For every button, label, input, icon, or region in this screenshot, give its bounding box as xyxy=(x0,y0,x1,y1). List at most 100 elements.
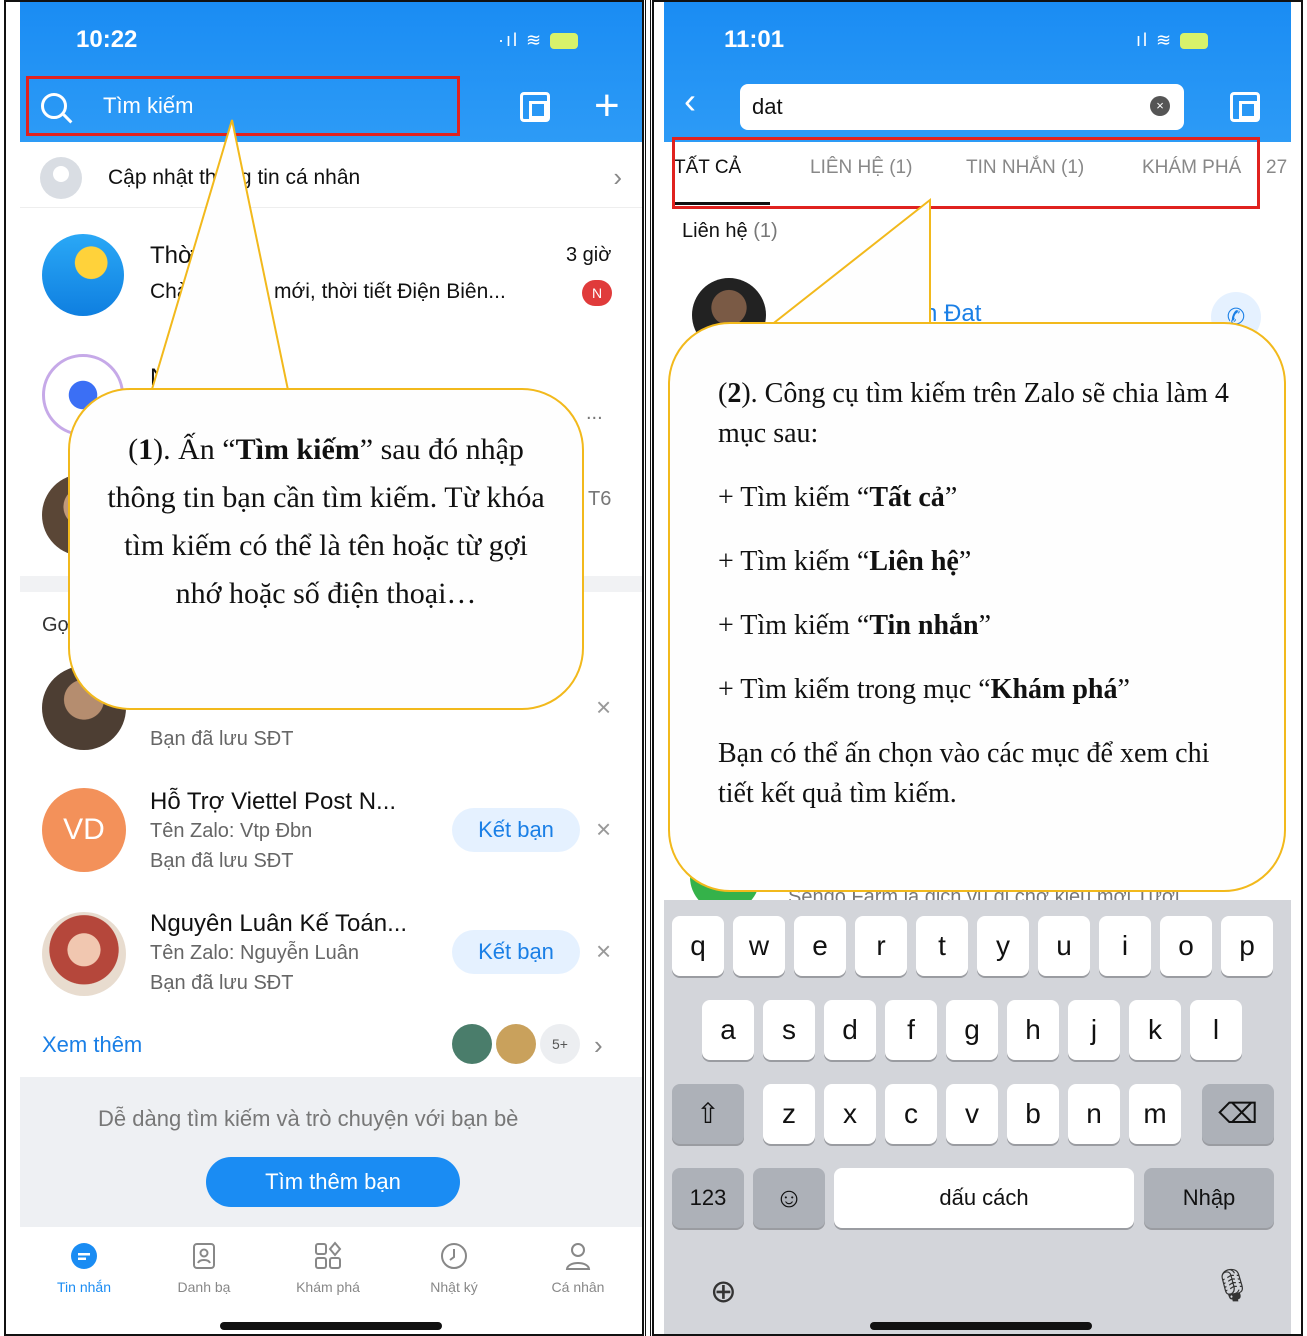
status-icons: ·ıl ≋ xyxy=(498,30,579,51)
tab-overflow[interactable]: 27 xyxy=(1266,157,1287,179)
callout-intro: (2). Công cụ tìm kiếm trên Zalo sẽ chia … xyxy=(718,374,1244,454)
space-key[interactable]: dấu cách xyxy=(834,1168,1134,1228)
key[interactable]: a xyxy=(702,1000,754,1060)
suggestion-avatar[interactable] xyxy=(42,912,126,996)
callout-bold: Tin nhắn xyxy=(869,610,979,641)
callout-search-instruction: (1). Ấn “Tìm kiếm” sau đó nhập thông tin… xyxy=(68,388,584,710)
tab-profile[interactable]: Cá nhân xyxy=(528,1241,628,1297)
emoji-key[interactable]: ☺ xyxy=(753,1168,825,1228)
key[interactable]: v xyxy=(946,1084,998,1144)
key[interactable]: d xyxy=(824,1000,876,1060)
tab-label: Tin nhắn xyxy=(57,1279,111,1295)
key[interactable]: u xyxy=(1038,916,1090,976)
key[interactable]: j xyxy=(1068,1000,1120,1060)
backspace-key[interactable]: ⌫ xyxy=(1202,1084,1274,1144)
callout-item: + Tìm kiếm trong mục “Khám phá” xyxy=(718,670,1244,710)
grid-icon xyxy=(315,1241,342,1269)
chevron-right-icon: › xyxy=(613,162,622,192)
add-friend-button[interactable]: Kết bạn xyxy=(452,930,580,974)
key[interactable]: r xyxy=(855,916,907,976)
numbers-key[interactable]: 123 xyxy=(672,1168,744,1228)
callout-text: ( xyxy=(128,433,139,466)
callout-text: ( xyxy=(718,378,728,409)
qr-scan-icon[interactable] xyxy=(520,92,550,122)
tab-label: Cá nhân xyxy=(551,1279,605,1295)
key[interactable]: n xyxy=(1068,1084,1120,1144)
key[interactable]: x xyxy=(824,1084,876,1144)
tab-discover[interactable]: Khám phá xyxy=(278,1241,378,1297)
find-friends-hint: Dễ dàng tìm kiếm và trò chuyện với bạn b… xyxy=(98,1106,519,1131)
clock-icon xyxy=(441,1243,467,1269)
chat-title: Thờ xyxy=(150,242,194,269)
suggestion-saved: Bạn đã lưu SĐT xyxy=(150,972,294,994)
qr-scan-icon[interactable] xyxy=(1230,92,1260,122)
suggestions-label: Gợ xyxy=(42,614,71,636)
key[interactable]: i xyxy=(1099,916,1151,976)
callout-text: ). Ấn “ xyxy=(153,433,236,466)
dismiss-icon[interactable]: × xyxy=(596,814,611,845)
clear-icon[interactable]: × xyxy=(1150,96,1170,116)
tab-label: Danh bạ xyxy=(177,1279,231,1295)
chevron-right-icon[interactable]: › xyxy=(594,1030,603,1061)
key[interactable]: q xyxy=(672,916,724,976)
bottom-tab-bar: Tin nhắn Danh bạ Khám phá Nhật ký Cá nhâ… xyxy=(20,1227,642,1334)
suggestion-name: Nguyên Luân Kế Toán... xyxy=(150,910,408,937)
chat-time: ... xyxy=(586,402,603,424)
tab-contacts[interactable]: Danh bạ xyxy=(154,1241,254,1297)
add-friend-button[interactable]: Kết bạn xyxy=(452,808,580,852)
key[interactable]: t xyxy=(916,916,968,976)
chat-preview-tail: mới, thời tiết Điện Biên... xyxy=(274,280,506,303)
chat-time: T6 xyxy=(588,488,612,510)
suggestion-avatar[interactable]: VD xyxy=(42,788,126,872)
key[interactable]: h xyxy=(1007,1000,1059,1060)
globe-icon[interactable]: ⊕ xyxy=(710,1272,737,1310)
battery-icon xyxy=(1180,33,1209,50)
mini-avatar xyxy=(452,1024,492,1064)
microphone-icon[interactable]: 🎙 xyxy=(1212,1266,1253,1304)
key[interactable]: y xyxy=(977,916,1029,976)
dismiss-icon[interactable]: × xyxy=(596,936,611,967)
plus-icon[interactable]: + xyxy=(594,84,620,128)
key[interactable]: e xyxy=(794,916,846,976)
key[interactable]: o xyxy=(1160,916,1212,976)
weather-avatar[interactable] xyxy=(42,234,124,316)
key[interactable]: k xyxy=(1129,1000,1181,1060)
key[interactable]: p xyxy=(1221,916,1273,976)
key[interactable]: m xyxy=(1129,1084,1181,1144)
search-value: dat xyxy=(752,94,783,119)
see-more-link[interactable]: Xem thêm xyxy=(42,1032,142,1058)
callout-text: ” xyxy=(944,482,958,513)
find-friends-button[interactable]: Tìm thêm bạn xyxy=(206,1157,460,1207)
callout-text: ” xyxy=(958,546,972,577)
shift-key[interactable]: ⇧ xyxy=(672,1084,744,1144)
callout-closing: Bạn có thể ấn chọn vào các mục để xem ch… xyxy=(718,738,1210,809)
search-bar[interactable]: Tìm kiếm xyxy=(26,76,460,136)
key[interactable]: f xyxy=(885,1000,937,1060)
callout-text: + Tìm kiếm trong mục “ xyxy=(718,674,991,705)
callout-item: + Tìm kiếm “Liên hệ” xyxy=(718,542,1244,582)
panel-divider xyxy=(645,0,651,1336)
person-icon xyxy=(565,1243,591,1270)
suggestion-saved: Bạn đã lưu SĐT xyxy=(150,728,294,750)
dismiss-icon[interactable]: × xyxy=(596,692,611,723)
update-profile-row[interactable]: Cập nhật thông tin cá nhân › xyxy=(20,148,642,208)
callout-text: ). Công cụ tìm kiếm trên Zalo sẽ chia là… xyxy=(718,378,1229,449)
key[interactable]: s xyxy=(763,1000,815,1060)
callout-item: + Tìm kiếm “Tất cả” xyxy=(718,478,1244,518)
callout-text: + Tìm kiếm “ xyxy=(718,482,870,513)
back-icon[interactable]: ‹ xyxy=(684,80,696,122)
key[interactable]: b xyxy=(1007,1084,1059,1144)
tab-timeline[interactable]: Nhật ký xyxy=(404,1241,504,1297)
tabs-highlight-box xyxy=(672,137,1260,209)
callout-bold: Khám phá xyxy=(990,674,1118,705)
key[interactable]: c xyxy=(885,1084,937,1144)
tab-label: Khám phá xyxy=(296,1279,360,1295)
key[interactable]: l xyxy=(1190,1000,1242,1060)
suggestion-saved: Bạn đã lưu SĐT xyxy=(150,850,294,872)
enter-key[interactable]: Nhập xyxy=(1144,1168,1274,1228)
search-input[interactable]: dat × xyxy=(740,84,1184,130)
key[interactable]: g xyxy=(946,1000,998,1060)
key[interactable]: w xyxy=(733,916,785,976)
key[interactable]: z xyxy=(763,1084,815,1144)
tab-messages[interactable]: Tin nhắn xyxy=(34,1241,134,1297)
